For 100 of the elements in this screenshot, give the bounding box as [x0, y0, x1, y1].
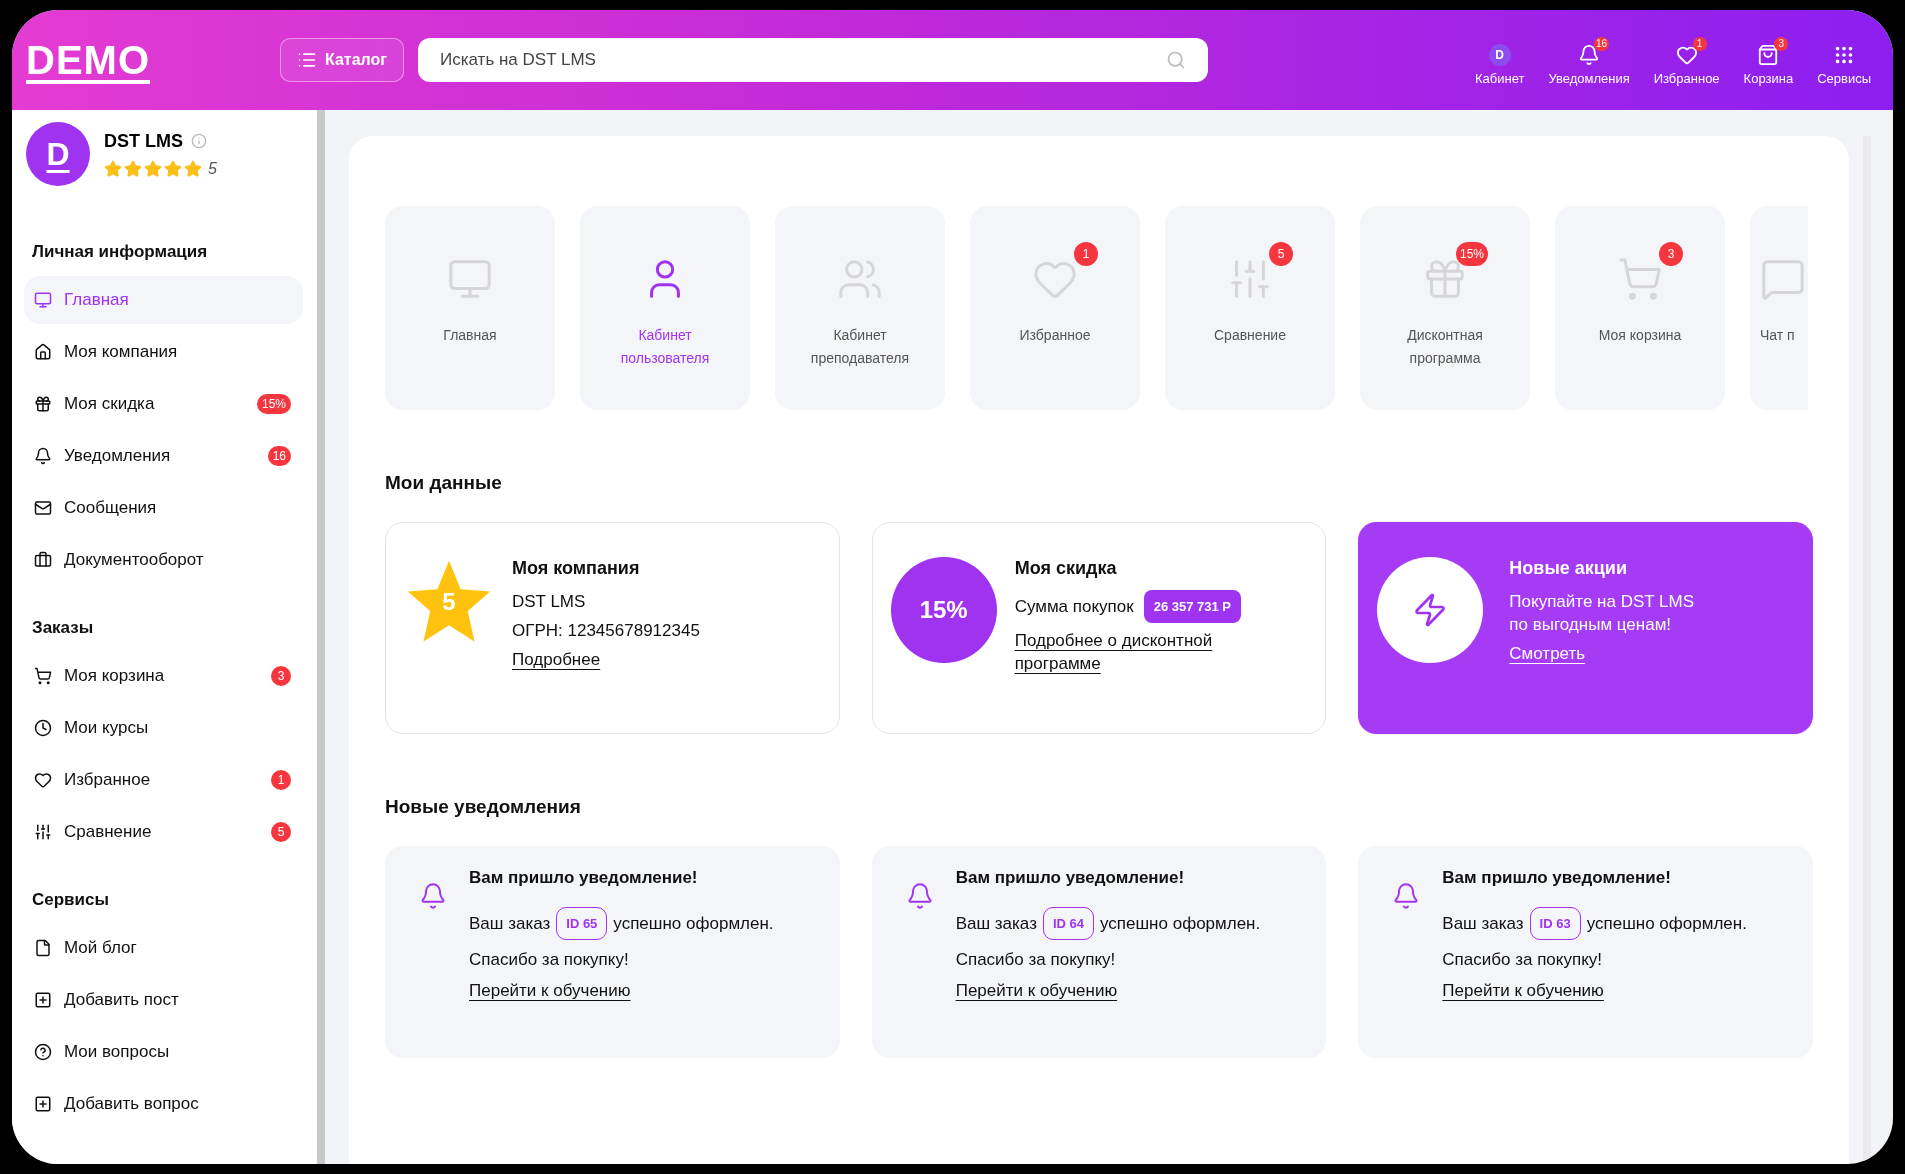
order-id-tag: ID 65	[556, 907, 608, 940]
notification-text: Ваш заказ	[955, 913, 1037, 935]
nav-label: Корзина	[1743, 71, 1794, 86]
nav-item[interactable]: 16 Уведомления	[1542, 34, 1636, 86]
gift-icon	[34, 395, 52, 413]
count-badge: 1	[1074, 242, 1098, 266]
nav-item[interactable]: D Кабинет	[1468, 34, 1531, 86]
star-icon	[184, 159, 202, 178]
plus-square-icon	[34, 991, 52, 1009]
info-icon[interactable]	[191, 133, 207, 149]
section-title: Сервисы	[32, 890, 110, 910]
nav-label: Уведомления	[1548, 71, 1630, 86]
count-badge: 5	[271, 822, 291, 842]
star-icon	[104, 159, 122, 178]
star-icon	[124, 159, 142, 178]
sidebar-item[interactable]: Уведомления 16	[24, 432, 303, 480]
sidebar-item[interactable]: Сообщения	[24, 484, 303, 532]
view-link[interactable]: Смотреть	[1509, 644, 1586, 663]
count-badge: 3	[1659, 242, 1683, 266]
shortcut-tile[interactable]: 1 Избранное	[970, 206, 1140, 410]
count-badge: 5	[1269, 242, 1293, 266]
card-title: Новые акции	[1509, 557, 1628, 580]
heart-icon	[1675, 44, 1698, 66]
promo-text: Покупайте на DST LMS по выгодным ценам!	[1509, 591, 1695, 636]
bag-icon	[1757, 44, 1780, 66]
section-title: Личная информация	[32, 242, 209, 262]
shortcut-tile[interactable]: 5 Сравнение	[1165, 206, 1335, 410]
house-icon	[34, 343, 52, 361]
count-badge: 3	[271, 666, 291, 686]
sidebar-item[interactable]: Моя компания	[24, 328, 303, 376]
shortcut-tile[interactable]: Чат п	[1750, 206, 1808, 410]
nav-item[interactable]: Сервисы	[1811, 34, 1877, 86]
plus-square-icon	[34, 1095, 52, 1113]
notification-text: успешно оформлен.	[1100, 913, 1261, 935]
sidebar-item[interactable]: Мои курсы	[24, 704, 303, 752]
cart-icon	[34, 667, 52, 685]
sidebar-item[interactable]: Моя скидка 15%	[24, 380, 303, 428]
order-id-tag: ID 63	[1529, 907, 1581, 940]
notification-title: Вам пришло уведомление!	[1442, 867, 1672, 889]
shortcut-tile[interactable]: 15% Дисконтная программа	[1360, 206, 1530, 410]
question-icon	[34, 1043, 52, 1061]
details-link[interactable]: Подробнее	[512, 650, 601, 669]
purchase-label: Сумма покупок	[1014, 596, 1134, 618]
catalog-button[interactable]: Каталог	[280, 38, 404, 82]
shortcut-tile[interactable]: Кабинет пользователя	[580, 206, 750, 410]
card-title: Моя скидка	[1014, 557, 1118, 580]
notification-text: успешно оформлен.	[613, 913, 774, 935]
sidebar-item[interactable]: Мой блог	[24, 924, 303, 972]
card-title: Моя компания	[512, 557, 641, 580]
company-info: ОГРН: 12345678912345	[512, 620, 700, 642]
order-id-tag: ID 64	[1042, 907, 1094, 940]
count-badge: 15%	[256, 394, 291, 414]
nav-item[interactable]: 3 Корзина	[1737, 34, 1800, 86]
bell-icon	[419, 882, 447, 910]
section-title: Новые уведомления	[385, 796, 582, 818]
sidebar-item[interactable]: Добавить пост	[24, 976, 303, 1024]
section-title: Мои данные	[385, 472, 503, 494]
notification-text: Ваш заказ	[1442, 913, 1524, 935]
list-icon	[297, 50, 317, 70]
sidebar-item[interactable]: Документооборот	[24, 536, 303, 584]
course-link[interactable]: Перейти к обучению	[469, 981, 631, 1000]
scrollbar[interactable]	[317, 110, 325, 1164]
count-badge: 1	[1692, 37, 1707, 51]
course-link[interactable]: Перейти к обучению	[1442, 981, 1604, 1000]
profile-name: DST LMS	[104, 130, 183, 152]
star-icon	[144, 159, 162, 178]
sidebar-item[interactable]: Мои вопросы	[24, 1028, 303, 1076]
sliders-icon	[34, 823, 52, 841]
count-badge: 16	[1593, 37, 1610, 51]
briefcase-icon	[34, 551, 52, 569]
bell-icon	[34, 447, 52, 465]
details-link[interactable]: Подробнее о дисконтной программе	[1014, 629, 1225, 675]
notification-text: Спасибо за покупку!	[1442, 949, 1603, 971]
shortcut-tile[interactable]: Кабинет преподавателя	[775, 206, 945, 410]
nav-label: Кабинет	[1474, 71, 1525, 86]
nav-label: Избранное	[1653, 71, 1720, 86]
section-title: Заказы	[32, 618, 95, 638]
clock-icon	[34, 719, 52, 737]
shortcut-tile[interactable]: 3 Моя корзина	[1555, 206, 1725, 410]
sidebar-item[interactable]: Главная	[24, 276, 303, 324]
sidebar-item[interactable]: Сравнение 5	[24, 808, 303, 856]
sidebar-item[interactable]: Добавить вопрос	[24, 1080, 303, 1128]
nav-label: Сервисы	[1817, 71, 1871, 86]
star-icon	[164, 159, 182, 178]
notification-title: Вам пришло уведомление!	[469, 867, 699, 889]
document-icon	[34, 939, 52, 957]
logo[interactable]: DEMO	[26, 37, 150, 83]
heart-icon	[34, 771, 52, 789]
notification-title: Вам пришло уведомление!	[955, 867, 1186, 889]
nav-item[interactable]: 1 Избранное	[1647, 34, 1726, 86]
count-badge: 3	[1774, 37, 1789, 51]
sidebar-item[interactable]: Избранное 1	[24, 756, 303, 804]
count-badge: 16	[267, 446, 291, 466]
discount-badge: 15%	[890, 557, 997, 663]
monitor-icon	[34, 291, 52, 309]
notification-text: успешно оформлен.	[1586, 913, 1747, 935]
search-field[interactable]: Искать на DST LMS	[418, 38, 1208, 82]
course-link[interactable]: Перейти к обучению	[955, 981, 1118, 1000]
sidebar-item[interactable]: Моя корзина 3	[24, 652, 303, 700]
shortcut-tile[interactable]: Главная	[385, 206, 555, 410]
